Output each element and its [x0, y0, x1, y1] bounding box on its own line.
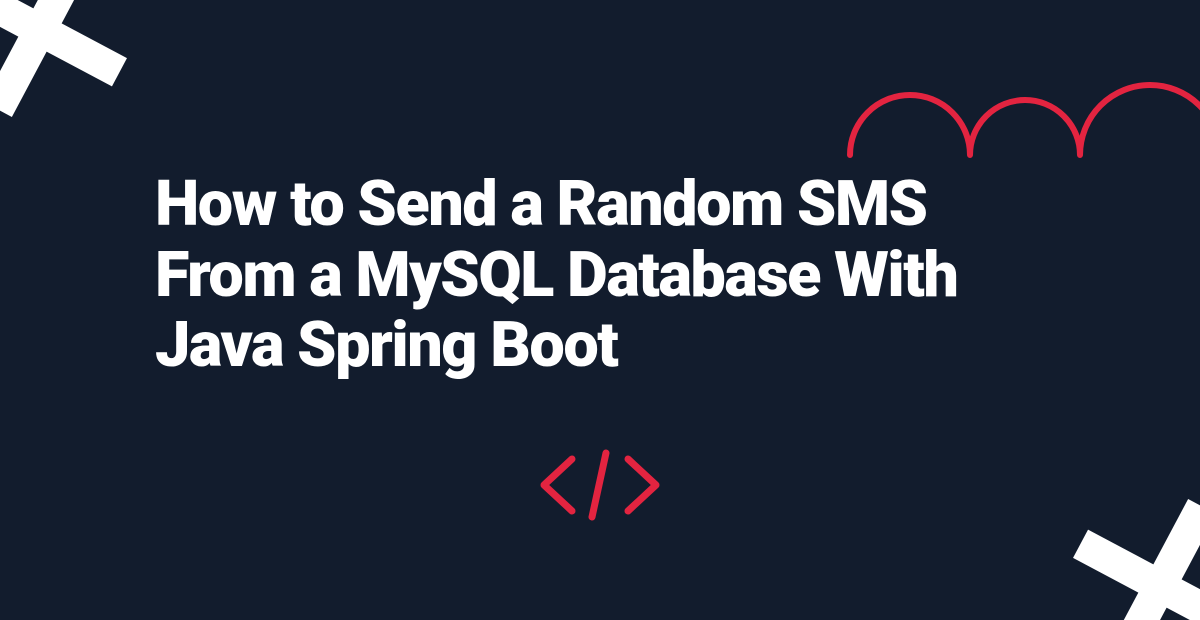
page-title: How to Send a Random SMS From a MySQL Da… — [155, 170, 1075, 382]
cross-icon — [0, 0, 140, 134]
cross-icon — [1060, 486, 1200, 620]
code-icon — [530, 445, 670, 529]
hero-banner: How to Send a Random SMS From a MySQL Da… — [0, 0, 1200, 620]
